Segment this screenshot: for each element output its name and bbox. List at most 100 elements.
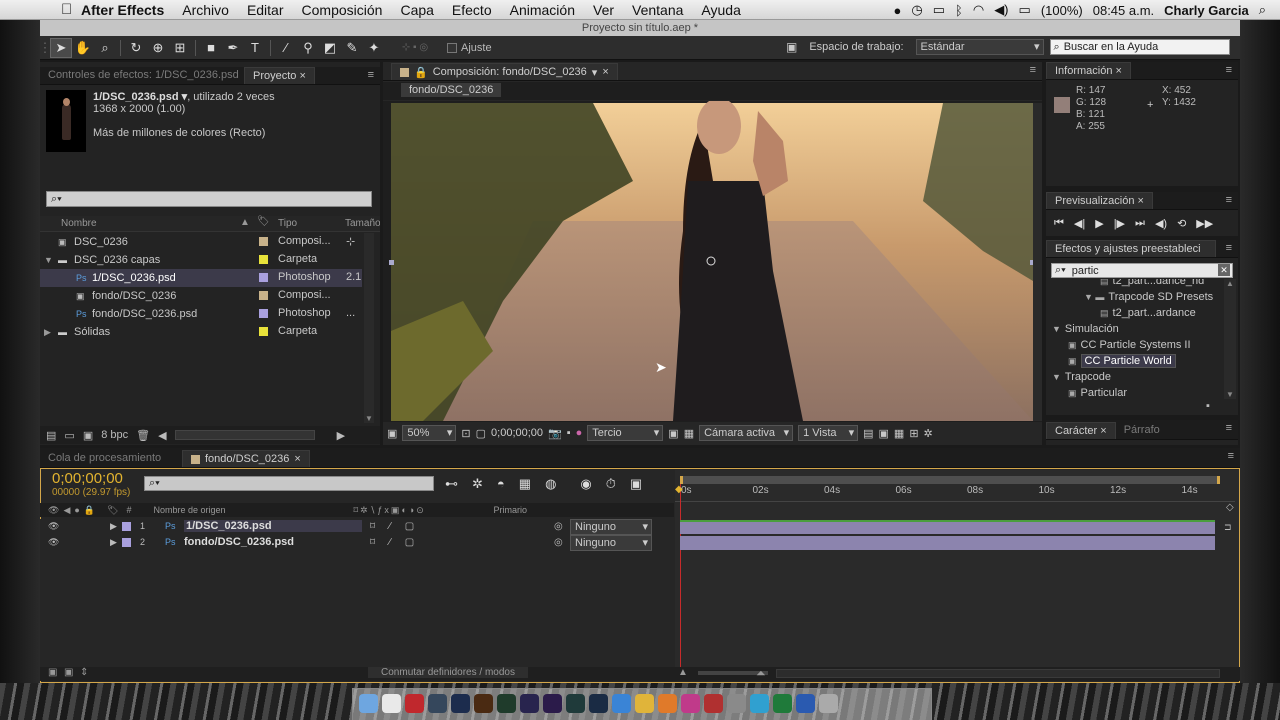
- first-frame-icon[interactable]: ⏮: [1054, 217, 1064, 230]
- parent-dropdown[interactable]: Ninguno ▾: [570, 519, 652, 535]
- close-icon[interactable]: ×: [1138, 195, 1144, 207]
- timeline-layer-row[interactable]: 👁 ▶ 1 Ps 1/DSC_0236.psd ⌑∕▢ ◎ Ninguno ▾: [40, 519, 674, 535]
- rectangle-tool-icon[interactable]: ■: [200, 38, 222, 58]
- project-item-row[interactable]: Ps fondo/DSC_0236.psd Photoshop...: [40, 305, 362, 323]
- time-machine-icon[interactable]: ◷: [906, 2, 927, 18]
- excel-icon[interactable]: [773, 694, 792, 713]
- new-composition-icon[interactable]: ▣: [83, 429, 93, 442]
- display-icon[interactable]: ▭: [928, 2, 950, 18]
- pan-behind-tool-icon[interactable]: ⊞: [169, 38, 191, 58]
- itunes-icon[interactable]: [681, 694, 700, 713]
- volume-icon[interactable]: ◀): [989, 2, 1013, 18]
- mini-flowchart-icon[interactable]: ⊷: [445, 476, 458, 492]
- effects-tree-item[interactable]: ▼ ▬ Trapcode SD Presets: [1046, 289, 1213, 305]
- help-search-box[interactable]: ⌕ Buscar en la Ayuda: [1049, 39, 1230, 55]
- trash-icon[interactable]: 🗑: [136, 429, 150, 442]
- timeline-link-icon[interactable]: ▦: [894, 427, 904, 440]
- audio-col-icon[interactable]: ◀: [63, 505, 70, 516]
- speedgrade-icon[interactable]: [566, 694, 585, 713]
- project-item-row[interactable]: ▣ fondo/DSC_0236 Composi...: [40, 287, 362, 305]
- loop-icon[interactable]: ⟲: [1177, 217, 1186, 230]
- close-icon[interactable]: ×: [602, 66, 608, 78]
- magnification-dropdown[interactable]: 50% ▾: [402, 425, 457, 441]
- photoshop-icon[interactable]: [451, 694, 470, 713]
- vr-goggles-icon[interactable]: ▣: [786, 40, 797, 54]
- after-effects-icon[interactable]: [520, 694, 539, 713]
- label-swatch[interactable]: [259, 273, 268, 282]
- camera-dropdown[interactable]: Cámara activa ▾: [699, 425, 794, 441]
- always-preview-icon[interactable]: ▣: [387, 427, 397, 440]
- menu-animacion[interactable]: Animación: [501, 2, 584, 18]
- timeline-h-scrollbar[interactable]: [776, 669, 1220, 678]
- menu-ayuda[interactable]: Ayuda: [692, 2, 749, 18]
- type-tool-icon[interactable]: T: [244, 38, 266, 58]
- clone-stamp-tool-icon[interactable]: ⚲: [297, 38, 319, 58]
- motion-blur-icon[interactable]: ◍: [545, 476, 556, 492]
- workspace-dropdown[interactable]: Estándar ▾: [915, 39, 1044, 55]
- previous-frame-icon[interactable]: ◀|: [1074, 217, 1085, 230]
- effects-tree-item[interactable]: ▣ CC Particle Systems II: [1046, 337, 1191, 353]
- comp-breadcrumb[interactable]: fondo/DSC_0236: [401, 83, 502, 97]
- user-name[interactable]: Charly Garcia: [1159, 3, 1254, 18]
- layer-source-name[interactable]: 1/DSC_0236.psd: [184, 520, 362, 532]
- expand-modes-icon[interactable]: ▣: [64, 667, 73, 678]
- toggle-pixel-aspect-icon[interactable]: ▤: [863, 427, 873, 440]
- audio-icon[interactable]: ◀): [1155, 217, 1167, 230]
- clear-search-icon[interactable]: ✕: [1218, 264, 1230, 276]
- selection-tool-icon[interactable]: ➤: [50, 37, 72, 58]
- project-scrollbar[interactable]: ▼: [364, 233, 374, 423]
- layer-bar-1[interactable]: [680, 520, 1215, 534]
- project-search-input[interactable]: ⌕▾: [46, 191, 372, 207]
- camera-orbit-tool-icon[interactable]: ⊕: [147, 38, 169, 58]
- menu-composicion[interactable]: Composición: [293, 2, 392, 18]
- panel-menu-icon[interactable]: ≡: [368, 69, 374, 81]
- acrobat-icon[interactable]: [405, 694, 424, 713]
- menu-capa[interactable]: Capa: [391, 2, 442, 18]
- show-snapshot-icon[interactable]: ▪: [567, 427, 571, 439]
- battery-icon[interactable]: ▭: [1014, 2, 1036, 18]
- comp-marker-icon[interactable]: ⊐: [1224, 522, 1232, 533]
- label-swatch[interactable]: [122, 538, 131, 547]
- clock[interactable]: 08:45 a.m.: [1088, 3, 1159, 18]
- menu-editar[interactable]: Editar: [238, 2, 293, 18]
- effects-tree-item[interactable]: ▣ Particular: [1046, 385, 1127, 399]
- vectorize-icon[interactable]: [750, 694, 769, 713]
- wifi-icon[interactable]: ◠: [968, 2, 989, 18]
- effects-tree-item[interactable]: ▤ t2_part...dance_nd: [1046, 279, 1204, 289]
- grid-dropdown[interactable]: Tercio ▾: [587, 425, 664, 441]
- label-column-icon[interactable]: 🏷: [257, 216, 270, 227]
- col-size-header[interactable]: Tamaño: [345, 218, 380, 229]
- timecode-display[interactable]: 0;00;00;00: [52, 470, 123, 487]
- close-icon[interactable]: ×: [1116, 65, 1122, 77]
- last-frame-icon[interactable]: ⏭: [1135, 217, 1145, 230]
- shy-layers-icon[interactable]: ◓: [497, 476, 505, 492]
- zoom-in-icon[interactable]: ⏶: [756, 666, 766, 681]
- menu-efecto[interactable]: Efecto: [443, 2, 501, 18]
- twirl-icon[interactable]: ▶: [110, 521, 117, 532]
- expand-switches-icon[interactable]: ▣: [48, 667, 57, 678]
- close-icon[interactable]: ×: [294, 453, 300, 465]
- effects-tree-item[interactable]: ▼ Trapcode: [1046, 369, 1111, 385]
- layer-bar-2[interactable]: [680, 536, 1215, 550]
- scroll-down-icon[interactable]: ▼: [365, 414, 373, 423]
- panel-menu-icon[interactable]: ≡: [1226, 194, 1232, 206]
- comp-button-icon[interactable]: ▣: [630, 476, 642, 492]
- tab-render-queue[interactable]: Cola de procesamiento: [40, 450, 178, 467]
- effects-search-input[interactable]: ⌕▾ partic ✕: [1051, 263, 1233, 278]
- illustrator-icon[interactable]: [474, 694, 493, 713]
- effects-tree-item[interactable]: ▣ CC Particle World: [1046, 353, 1176, 369]
- cti-head-icon[interactable]: ◆: [675, 484, 683, 495]
- close-icon[interactable]: ×: [1100, 425, 1106, 437]
- label-swatch[interactable]: [259, 255, 268, 264]
- tab-composition[interactable]: 🔒 Composición: fondo/DSC_0236 ▾ ×: [391, 63, 618, 80]
- label-col-icon[interactable]: 🏷: [107, 505, 118, 516]
- roi-icon[interactable]: ▣: [668, 427, 678, 440]
- eraser-tool-icon[interactable]: ◩: [319, 38, 341, 58]
- project-item-row[interactable]: ▶ ▬ Sólidas Carpeta: [40, 323, 362, 341]
- project-item-row[interactable]: ▼ ▬ DSC_0236 capas Carpeta: [40, 251, 362, 269]
- layer-switches-icons[interactable]: ⌑∕▢: [370, 537, 428, 548]
- safe-margins-icon[interactable]: ▢: [476, 427, 486, 440]
- tab-character[interactable]: Carácter ×: [1046, 422, 1116, 439]
- timeline-layer-row[interactable]: 👁 ▶ 2 Ps fondo/DSC_0236.psd ⌑∕▢ ◎ Ninguno ▾: [40, 535, 674, 551]
- tab-info[interactable]: Información ×: [1046, 62, 1131, 79]
